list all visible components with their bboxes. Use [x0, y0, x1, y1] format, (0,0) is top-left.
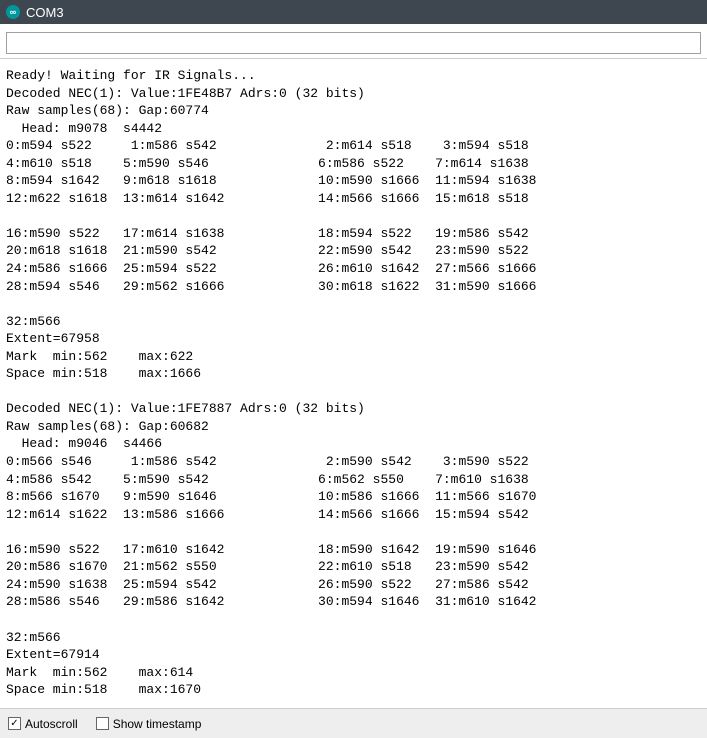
titlebar: COM3 [0, 0, 707, 24]
showtimestamp-checkbox[interactable] [96, 717, 109, 730]
showtimestamp-option[interactable]: Show timestamp [96, 717, 202, 731]
arduino-icon [6, 5, 20, 19]
window-title: COM3 [26, 5, 64, 20]
autoscroll-checkbox[interactable] [8, 717, 21, 730]
footer-bar: Autoscroll Show timestamp [0, 708, 707, 738]
serial-input[interactable] [6, 32, 701, 54]
showtimestamp-label: Show timestamp [113, 717, 202, 731]
serial-monitor-window: { "titlebar": { "title": "COM3" }, "inpu… [0, 0, 707, 738]
autoscroll-option[interactable]: Autoscroll [8, 717, 78, 731]
autoscroll-label: Autoscroll [25, 717, 78, 731]
serial-output: Ready! Waiting for IR Signals... Decoded… [0, 59, 707, 715]
input-row [0, 24, 707, 59]
